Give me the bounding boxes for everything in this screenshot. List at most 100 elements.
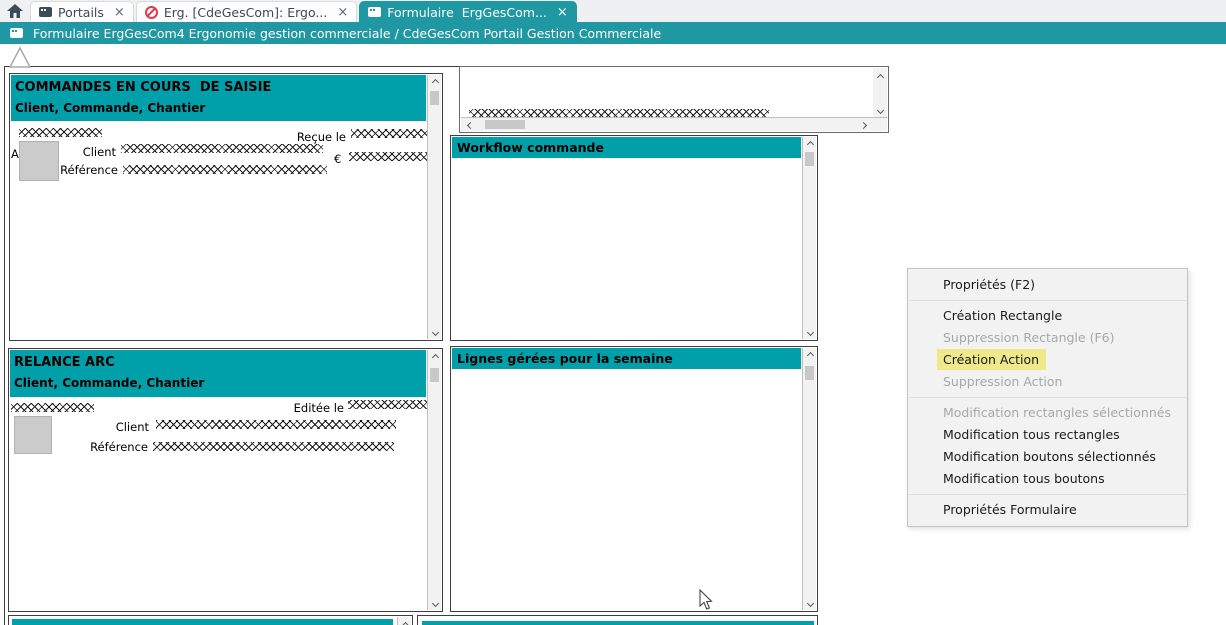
field-label-reference: Référence (81, 440, 148, 454)
scroll-up-button[interactable] (428, 350, 442, 362)
scroll-down-button[interactable] (803, 598, 817, 610)
chevron-up-icon (806, 352, 813, 359)
chevron-right-icon (860, 121, 867, 128)
menu-separator (909, 397, 1186, 398)
scroll-up-button[interactable] (803, 348, 817, 360)
panel-header-cutoff (422, 621, 814, 625)
menu-item-highlight: Création Action (937, 349, 1046, 370)
chevron-down-icon (876, 106, 883, 113)
panel-subtitle: Client, Commande, Chantier (11, 95, 426, 115)
scroll-up-button[interactable] (428, 75, 442, 87)
scrollbar-vertical[interactable] (397, 617, 411, 625)
close-icon[interactable]: × (114, 5, 125, 20)
panel-lignes[interactable]: Lignes gérées pour la semaine (450, 346, 818, 612)
scroll-up-button[interactable] (873, 70, 887, 82)
menu-item-modif-boutons-selectionnes[interactable]: Modification boutons sélectionnés (908, 446, 1187, 468)
scrollbar-vertical[interactable] (427, 350, 441, 610)
scroll-left-button[interactable] (463, 118, 475, 132)
chevron-up-icon (431, 79, 438, 86)
action-button-placeholder[interactable] (14, 416, 52, 454)
window-icon (39, 7, 52, 17)
menu-item-creation-rectangle[interactable]: Création Rectangle (908, 305, 1187, 327)
close-icon[interactable]: × (337, 5, 348, 20)
window-icon (10, 28, 23, 38)
scrollbar-vertical[interactable] (802, 348, 816, 610)
context-menu: Propriétés (F2) Création Rectangle Suppr… (907, 268, 1188, 527)
placeholder-field (123, 165, 327, 174)
placeholder-field (153, 442, 394, 451)
scrollbar-vertical[interactable] (802, 137, 816, 339)
tab-portails[interactable]: Portails × (30, 1, 134, 22)
blocked-icon (145, 6, 158, 19)
scroll-right-button[interactable] (859, 118, 871, 132)
panel-relance-header: RELANCE ARC Client, Commande, Chantier (10, 350, 426, 397)
placeholder-field (351, 129, 428, 138)
chevron-up-icon (876, 74, 883, 81)
scroll-thumb[interactable] (430, 91, 439, 105)
menu-item-creation-action[interactable]: Création Action (908, 349, 1187, 371)
field-label-editee-le: Editée le (276, 401, 344, 415)
scroll-thumb[interactable] (485, 120, 525, 129)
tab-label: Formulaire ErgGesCom... (387, 5, 547, 20)
panel-bottom-left[interactable] (8, 615, 413, 625)
field-label-recue-le: Reçue le (276, 130, 346, 144)
mouse-cursor-icon (699, 589, 715, 611)
menu-item-suppression-rectangle: Suppression Rectangle (F6) (908, 327, 1187, 349)
panel-lignes-header: Lignes gérées pour la semaine (452, 348, 801, 369)
panel-relance[interactable]: RELANCE ARC Client, Commande, Chantier E… (8, 348, 443, 612)
panel-commandes-header: COMMANDES EN COURS DE SAISIE Client, Com… (11, 75, 426, 121)
triangle-shape[interactable] (8, 45, 32, 69)
chevron-up-icon (806, 141, 813, 148)
menu-separator (909, 300, 1186, 301)
chevron-up-icon (431, 354, 438, 361)
panel-subtitle: Client, Commande, Chantier (10, 370, 426, 390)
chevron-down-icon (431, 328, 438, 335)
menu-item-proprietes[interactable]: Propriétés (F2) (908, 274, 1187, 296)
field-label-client: Client (61, 145, 116, 159)
menu-item-modif-tous-rectangles[interactable]: Modification tous rectangles (908, 424, 1187, 446)
close-icon[interactable]: × (557, 5, 568, 20)
scroll-up-button[interactable] (398, 618, 412, 625)
menu-item-modif-rect-selectionnes: Modification rectangles sélectionnés (908, 402, 1187, 424)
menu-item-proprietes-formulaire[interactable]: Propriétés Formulaire (908, 499, 1187, 521)
tab-formulaire-active[interactable]: Formulaire ErgGesCom... × (359, 1, 577, 22)
scroll-up-button[interactable] (803, 137, 817, 149)
panel-commandes[interactable]: COMMANDES EN COURS DE SAISIE Client, Com… (9, 73, 443, 341)
placeholder-field (121, 144, 323, 153)
scrollbar-vertical[interactable] (427, 75, 441, 339)
panel-title: COMMANDES EN COURS DE SAISIE (11, 75, 426, 95)
panel-title: Lignes gérées pour la semaine (452, 348, 801, 366)
placeholder-field (19, 128, 102, 137)
panel-workflow[interactable]: Workflow commande (450, 135, 818, 341)
scrollbar-horizontal[interactable] (461, 117, 887, 131)
home-button[interactable] (0, 0, 30, 22)
scroll-down-button[interactable] (873, 105, 887, 117)
placeholder-field (348, 400, 428, 409)
field-label-client: Client (91, 420, 149, 434)
tab-label: Portails (58, 5, 104, 20)
panel-header-cutoff (12, 619, 393, 625)
panel-workflow-header: Workflow commande (452, 137, 801, 158)
panel-title: RELANCE ARC (10, 350, 426, 370)
scrollbar-vertical[interactable] (873, 68, 887, 117)
chevron-down-icon (806, 328, 813, 335)
panel-bottom-right[interactable] (417, 615, 818, 625)
breadcrumb: Formulaire ErgGesCom4 Ergonomie gestion … (0, 22, 1226, 44)
scroll-thumb[interactable] (805, 366, 814, 380)
scroll-thumb[interactable] (430, 368, 439, 382)
chevron-left-icon (467, 121, 474, 128)
tab-label: Erg. [CdeGesCom]: Ergo... (164, 5, 328, 20)
scroll-down-button[interactable] (428, 327, 442, 339)
menu-separator (909, 494, 1186, 495)
panel-title: Workflow commande (452, 137, 801, 155)
scroll-thumb[interactable] (805, 152, 814, 166)
placeholder-field (11, 403, 94, 412)
placeholder-field (156, 420, 396, 429)
scroll-down-button[interactable] (428, 598, 442, 610)
breadcrumb-title: Formulaire ErgGesCom4 Ergonomie gestion … (33, 26, 661, 41)
scroll-down-button[interactable] (803, 327, 817, 339)
tab-erg-cdegescom[interactable]: Erg. [CdeGesCom]: Ergo... × (136, 1, 357, 22)
panel-scrollbox[interactable] (459, 66, 889, 133)
menu-item-modif-tous-boutons[interactable]: Modification tous boutons (908, 468, 1187, 490)
chevron-down-icon (806, 599, 813, 606)
